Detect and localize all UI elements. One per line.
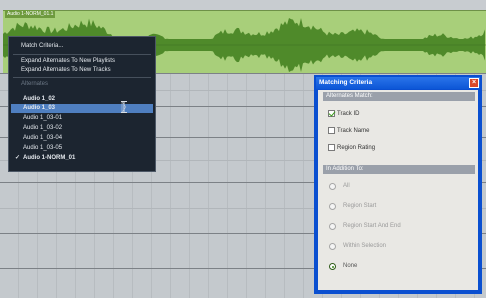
- in-addition-header: In Addition To:: [323, 165, 475, 174]
- menu-header-alternates: Alternates: [21, 81, 49, 87]
- radio-none[interactable]: [329, 263, 336, 270]
- checkbox-label: Track Name: [337, 128, 370, 134]
- radio-all[interactable]: [329, 183, 336, 190]
- checkmark-icon: ✓: [15, 155, 21, 161]
- menu-item-match-criteria[interactable]: Match Criteria...: [21, 42, 63, 51]
- menu-item-alternate[interactable]: Audio 1_03-05: [23, 144, 62, 153]
- menu-item-alternate[interactable]: Audio 1_03-04: [23, 134, 62, 143]
- radio-label: Within Selection: [343, 243, 387, 249]
- alternates-popup-menu: Match Criteria... Expand Alternates To N…: [8, 36, 156, 172]
- radio-within-selection[interactable]: [329, 243, 336, 250]
- radio-label: Region Start And End: [343, 223, 401, 229]
- radio-region-start-end[interactable]: [329, 223, 336, 230]
- dialog-body: Alternates Match: Track ID Track Name Re…: [318, 90, 478, 290]
- menu-item-alternate[interactable]: Audio 1_03-02: [23, 124, 62, 133]
- menu-separator: [13, 54, 151, 55]
- menu-item-alternate[interactable]: Audio 1_03-01: [23, 114, 62, 123]
- dialog-title: Matching Criteria: [316, 77, 480, 89]
- radio-label: Region Start: [343, 203, 377, 209]
- alternates-match-header: Alternates Match:: [323, 92, 475, 101]
- checkbox-checked-icon[interactable]: [328, 110, 335, 117]
- checkbox-label: Region Rating: [337, 145, 376, 151]
- matching-criteria-dialog: Matching Criteria × Alternates Match: Tr…: [314, 75, 482, 294]
- menu-item-alternate-selected[interactable]: Audio 1_03: [23, 104, 55, 113]
- radio-region-start[interactable]: [329, 203, 336, 210]
- checkbox-label: Track ID: [337, 111, 360, 117]
- menu-item-expand-tracks[interactable]: Expand Alternates To New Tracks: [21, 66, 111, 75]
- menu-item-alternate[interactable]: Audio 1_02: [23, 95, 55, 104]
- checkbox-icon[interactable]: [328, 144, 335, 151]
- radio-label: All: [343, 183, 350, 189]
- checkbox-icon[interactable]: [328, 127, 335, 134]
- menu-item-expand-playlists[interactable]: Expand Alternates To New Playlists: [21, 57, 115, 66]
- ibeam-cursor-icon: [121, 101, 127, 113]
- menu-item-alternate-current[interactable]: Audio 1-NORM_01: [23, 154, 75, 163]
- close-icon[interactable]: ×: [469, 78, 479, 88]
- menu-separator: [13, 77, 151, 78]
- radio-label: None: [343, 263, 358, 269]
